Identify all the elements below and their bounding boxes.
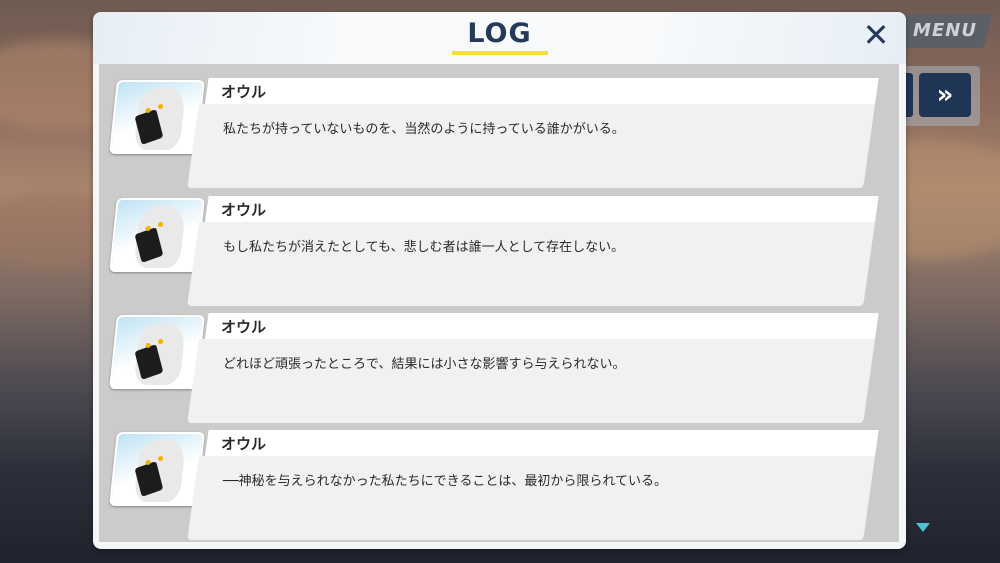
dialog-header: LOG ✕ bbox=[93, 12, 906, 64]
log-entry: オウル もし私たちが消えたとしても、悲しむ者は誰一人として存在しない。 bbox=[99, 188, 899, 306]
menu-button[interactable]: MENU bbox=[897, 14, 993, 48]
log-list[interactable]: オウル 私たちが持っていないものを、当然のように持っている誰かがいる。 オウル … bbox=[99, 64, 899, 542]
speaker-avatar bbox=[109, 198, 205, 272]
speaker-name-bar bbox=[205, 78, 879, 104]
message-bubble: オウル ──神秘を与えられなかった私たちにできることは、最初から限られている。 bbox=[187, 430, 879, 540]
fast-forward-icon: » bbox=[936, 80, 954, 110]
close-icon: ✕ bbox=[862, 16, 890, 54]
menu-label: MENU bbox=[913, 20, 977, 41]
close-button[interactable]: ✕ bbox=[859, 18, 893, 52]
message-bubble: オウル もし私たちが消えたとしても、悲しむ者は誰一人として存在しない。 bbox=[187, 196, 879, 306]
log-entry: オウル ──神秘を与えられなかった私たちにできることは、最初から限られている。 bbox=[99, 422, 899, 540]
speaker-name-bar bbox=[205, 196, 879, 222]
speaker-name: オウル bbox=[221, 435, 267, 453]
title-underline bbox=[452, 51, 548, 55]
speaker-avatar bbox=[109, 80, 205, 154]
message-bubble: オウル どれほど頑張ったところで、結果には小さな影響すら与えられない。 bbox=[187, 313, 879, 423]
speaker-name-bar bbox=[205, 313, 879, 339]
speaker-avatar bbox=[109, 432, 205, 506]
log-entry: オウル どれほど頑張ったところで、結果には小さな影響すら与えられない。 bbox=[99, 305, 899, 423]
scroll-down-indicator-icon bbox=[916, 523, 930, 532]
message-body bbox=[187, 222, 875, 306]
speaker-name-bar bbox=[205, 430, 879, 456]
message-body bbox=[187, 339, 875, 423]
message-bubble: オウル 私たちが持っていないものを、当然のように持っている誰かがいる。 bbox=[187, 78, 879, 188]
message-text: どれほど頑張ったところで、結果には小さな影響すら与えられない。 bbox=[223, 357, 626, 372]
skip-button[interactable]: » bbox=[919, 73, 971, 117]
speaker-avatar bbox=[109, 315, 205, 389]
message-body bbox=[187, 456, 875, 540]
speaker-name: オウル bbox=[221, 201, 267, 219]
log-entry: オウル 私たちが持っていないものを、当然のように持っている誰かがいる。 bbox=[99, 70, 899, 188]
log-dialog: LOG ✕ オウル 私たちが持っていないものを、当然のように持っている誰かがいる… bbox=[93, 12, 906, 549]
message-body bbox=[187, 104, 875, 188]
speaker-name: オウル bbox=[221, 318, 267, 336]
dialog-title: LOG bbox=[467, 18, 532, 49]
message-text: ──神秘を与えられなかった私たちにできることは、最初から限られている。 bbox=[223, 474, 668, 489]
message-text: 私たちが持っていないものを、当然のように持っている誰かがいる。 bbox=[223, 122, 625, 137]
message-text: もし私たちが消えたとしても、悲しむ者は誰一人として存在しない。 bbox=[223, 240, 625, 255]
speaker-name: オウル bbox=[221, 83, 267, 101]
